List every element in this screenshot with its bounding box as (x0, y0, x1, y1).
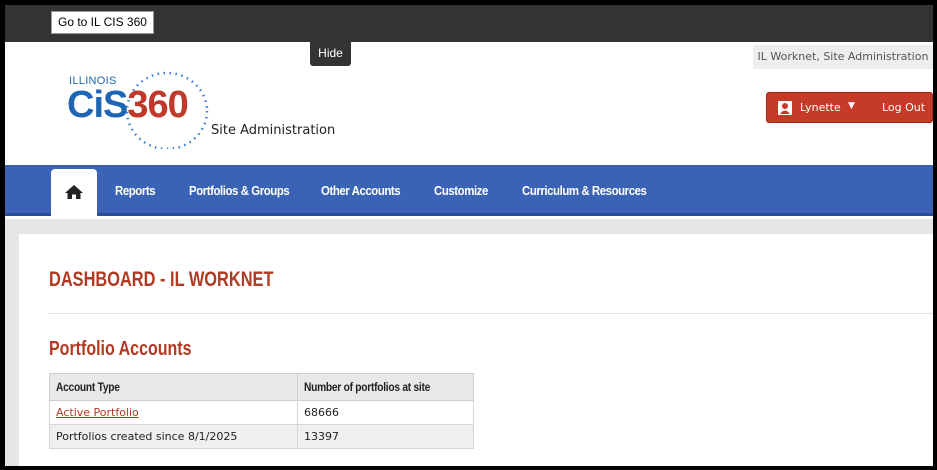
portfolio-accounts-table: Account Type Number of portfolios at sit… (49, 373, 474, 449)
logo-brand-letters: CiS (67, 84, 128, 126)
logo-brand-text: CiS360 (67, 84, 189, 126)
section-title: Portfolio Accounts (49, 338, 192, 360)
home-icon (65, 185, 83, 199)
hide-button[interactable]: Hide (310, 42, 351, 66)
app-frame: Go to IL CIS 360 Hide ILLINOIS CiS360 Si… (5, 5, 933, 466)
logout-button[interactable]: Log Out (882, 101, 925, 114)
chevron-down-icon[interactable]: ▼ (848, 101, 855, 111)
nav-customize[interactable]: Customize (434, 183, 488, 198)
portfolio-count-cell: 68666 (297, 400, 474, 425)
nav-reports[interactable]: Reports (115, 183, 156, 198)
divider (49, 313, 933, 314)
main-nav: Reports Portfolios & Groups Other Accoun… (5, 165, 933, 219)
site-title: Site Administration (211, 123, 336, 138)
nav-other-accounts[interactable]: Other Accounts (321, 183, 401, 198)
table-row: Portfolios created since 8/1/2025 13397 (49, 424, 474, 449)
table-header-row: Account Type Number of portfolios at sit… (49, 373, 474, 401)
column-header-account-type: Account Type (49, 373, 298, 401)
cis360-logo[interactable]: ILLINOIS CiS360 (57, 59, 217, 149)
table-row: Active Portfolio 68666 (49, 400, 474, 425)
column-header-portfolio-count: Number of portfolios at site (297, 373, 474, 401)
goto-cis360-button[interactable]: Go to IL CIS 360 (51, 11, 154, 34)
nav-curriculum-resources[interactable]: Curriculum & Resources (522, 183, 647, 198)
user-menu: Lynette ▼ Log Out (766, 92, 933, 123)
active-portfolio-link[interactable]: Active Portfolio (56, 406, 139, 419)
account-type-cell: Portfolios created since 8/1/2025 (49, 424, 298, 449)
user-icon (778, 101, 792, 115)
account-type-cell: Active Portfolio (49, 400, 298, 425)
logo-brand-number: 360 (127, 84, 188, 126)
nav-portfolios-groups[interactable]: Portfolios & Groups (189, 183, 290, 198)
top-bar: Go to IL CIS 360 (5, 5, 933, 42)
account-context-label: IL Worknet, Site Administration (753, 45, 933, 69)
user-name-dropdown[interactable]: Lynette (800, 101, 841, 114)
page-title: DASHBOARD - IL WORKNET (49, 268, 274, 291)
nav-home-tab[interactable] (51, 169, 97, 219)
portfolio-count-cell: 13397 (297, 424, 474, 449)
